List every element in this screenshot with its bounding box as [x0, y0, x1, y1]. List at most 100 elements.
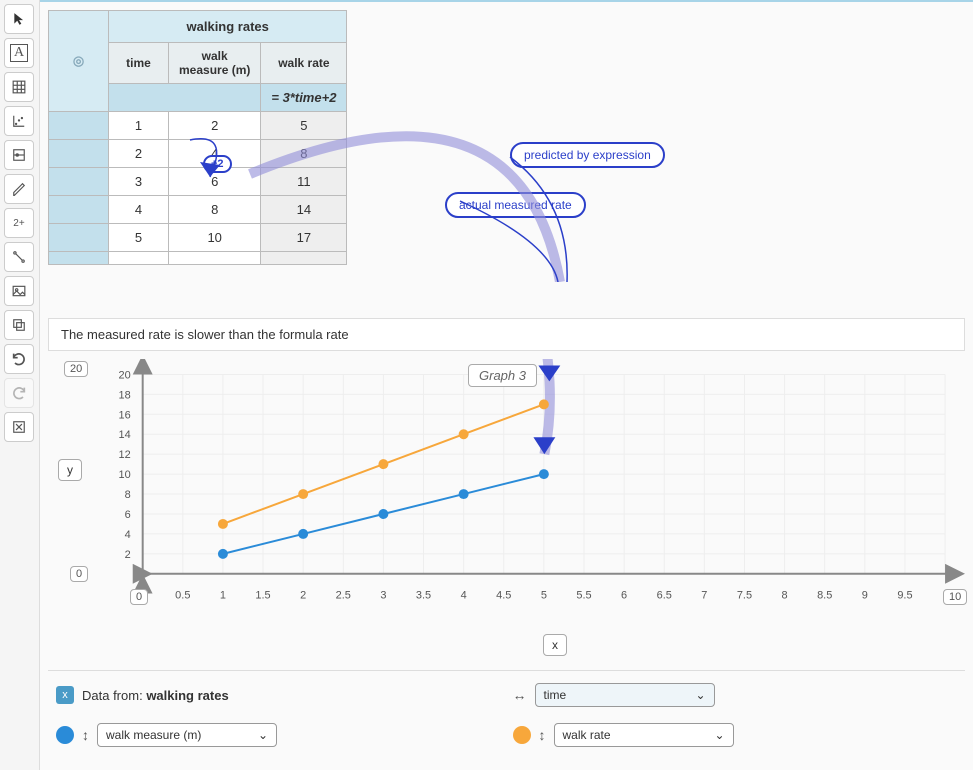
svg-text:9.5: 9.5: [897, 590, 912, 602]
chevron-down-icon: ⌄: [258, 728, 268, 742]
svg-text:10: 10: [119, 469, 131, 481]
row-handle[interactable]: [49, 168, 109, 196]
svg-text:4: 4: [125, 529, 131, 541]
cell-rate[interactable]: 8: [261, 140, 347, 168]
x-max-label[interactable]: 10: [943, 589, 967, 605]
cell-rate[interactable]: 11: [261, 168, 347, 196]
formula-spacer: [109, 84, 261, 112]
svg-text:12: 12: [119, 449, 131, 461]
cell-measure[interactable]: 8: [169, 196, 261, 224]
cell-time[interactable]: 2: [109, 140, 169, 168]
svg-text:5: 5: [541, 590, 547, 602]
y-min-label[interactable]: 0: [70, 566, 88, 582]
connector-tool-icon[interactable]: [4, 242, 34, 272]
undo-icon[interactable]: [4, 344, 34, 374]
visibility-toggle-icon[interactable]: ◎: [49, 11, 109, 112]
y-axis-arrows-icon: ↕: [82, 727, 89, 743]
x-min-label[interactable]: 0: [130, 589, 148, 605]
series1-select[interactable]: walk measure (m)⌄: [97, 723, 277, 747]
data-table[interactable]: ◎walking rates time walk measure (m) wal…: [48, 10, 347, 265]
y-max-label[interactable]: 20: [64, 361, 88, 377]
x-axis-button[interactable]: x: [543, 634, 567, 656]
cell-rate[interactable]: 5: [261, 112, 347, 140]
cell-time[interactable]: 3: [109, 168, 169, 196]
cell-rate[interactable]: 14: [261, 196, 347, 224]
data-point[interactable]: [218, 519, 228, 529]
cell-time[interactable]: 1: [109, 112, 169, 140]
y-axis-arrows-icon: ↕: [539, 727, 546, 743]
cell-time[interactable]: 5: [109, 224, 169, 252]
svg-text:1.5: 1.5: [255, 590, 270, 602]
row-handle[interactable]: [49, 112, 109, 140]
main-canvas: ◎walking rates time walk measure (m) wal…: [40, 0, 973, 770]
redo-icon[interactable]: [4, 378, 34, 408]
slider-tool-icon[interactable]: [4, 140, 34, 170]
cell-rate[interactable]: 17: [261, 224, 347, 252]
svg-text:0.5: 0.5: [175, 590, 190, 602]
cell-time[interactable]: 4: [109, 196, 169, 224]
svg-text:8.5: 8.5: [817, 590, 832, 602]
svg-text:6: 6: [621, 590, 627, 602]
row-handle[interactable]: [49, 196, 109, 224]
data-point[interactable]: [218, 549, 228, 559]
svg-text:20: 20: [119, 369, 131, 381]
table-row[interactable]: 4814: [49, 196, 347, 224]
table-row[interactable]: 125: [49, 112, 347, 140]
svg-text:16: 16: [119, 409, 131, 421]
row-handle[interactable]: [49, 140, 109, 168]
svg-text:7: 7: [701, 590, 707, 602]
svg-text:2: 2: [300, 590, 306, 602]
pointer-tool-icon[interactable]: [4, 4, 34, 34]
x-axis-select[interactable]: time⌄: [535, 683, 715, 707]
svg-text:4.5: 4.5: [496, 590, 511, 602]
cell-measure[interactable]: 2: [169, 112, 261, 140]
copy-tool-icon[interactable]: [4, 310, 34, 340]
data-point[interactable]: [378, 509, 388, 519]
table-row[interactable]: 248: [49, 140, 347, 168]
data-point[interactable]: [298, 489, 308, 499]
series1-color-dot[interactable]: [56, 726, 74, 744]
y-axis-button[interactable]: y: [58, 459, 82, 481]
draw-tool-icon[interactable]: [4, 174, 34, 204]
text-tool-icon[interactable]: A: [4, 38, 34, 68]
series2-select[interactable]: walk rate⌄: [554, 723, 734, 747]
table-row[interactable]: 51017: [49, 224, 347, 252]
svg-text:5.5: 5.5: [576, 590, 591, 602]
svg-text:6: 6: [125, 509, 131, 521]
data-point[interactable]: [298, 529, 308, 539]
data-point[interactable]: [459, 429, 469, 439]
data-point[interactable]: [378, 459, 388, 469]
note-text[interactable]: The measured rate is slower than the for…: [48, 318, 965, 351]
data-from-label: Data from: walking rates: [82, 688, 229, 703]
chevron-down-icon: ⌄: [714, 728, 724, 742]
svg-text:8: 8: [782, 590, 788, 602]
table-tool-icon[interactable]: [4, 72, 34, 102]
table-title: walking rates: [109, 11, 347, 43]
series2-color-dot[interactable]: [513, 726, 531, 744]
image-tool-icon[interactable]: [4, 276, 34, 306]
graph-tool-icon[interactable]: [4, 106, 34, 136]
data-point[interactable]: [539, 399, 549, 409]
row-handle[interactable]: [49, 224, 109, 252]
chart-svg[interactable]: 2468101214161820 0.511.522.533.544.555.5…: [48, 359, 965, 659]
formula-cell[interactable]: = 3*time+2: [261, 84, 347, 112]
svg-text:2: 2: [125, 549, 131, 561]
chart-title[interactable]: Graph 3: [468, 364, 537, 387]
data-source-icon: x: [56, 686, 74, 704]
col-header-rate[interactable]: walk rate: [261, 43, 347, 84]
data-point[interactable]: [459, 489, 469, 499]
col-header-measure[interactable]: walk measure (m): [169, 43, 261, 84]
svg-text:1: 1: [220, 590, 226, 602]
table-row[interactable]: 3611: [49, 168, 347, 196]
col-header-time[interactable]: time: [109, 43, 169, 84]
delete-tool-icon[interactable]: [4, 412, 34, 442]
chevron-down-icon: ⌄: [695, 688, 705, 702]
svg-text:6.5: 6.5: [657, 590, 672, 602]
svg-text:18: 18: [119, 389, 131, 401]
annotation-predicted: predicted by expression: [510, 142, 665, 168]
calc-tool-icon[interactable]: 2+: [4, 208, 34, 238]
data-point[interactable]: [539, 469, 549, 479]
svg-text:8: 8: [125, 489, 131, 501]
cell-measure[interactable]: 10: [169, 224, 261, 252]
chart-area: 20 0 0 10 Graph 3 y x 2468101214161820 0…: [48, 359, 965, 662]
